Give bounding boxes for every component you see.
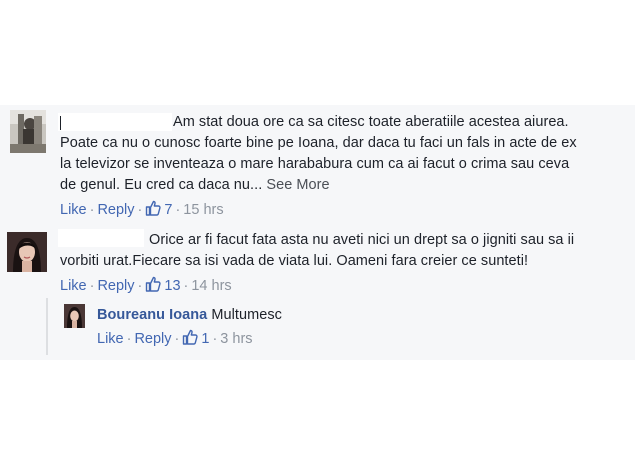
comment-2-line-1: Orice ar fi facut fata asta nu aveti nic… [149, 232, 575, 248]
reply-author-avatar[interactable] [64, 304, 85, 328]
thumbs-up-icon [146, 200, 162, 216]
comment-2-line-2: vorbiti urat.Fiecare sa isi vada de viat… [60, 253, 529, 269]
like-button[interactable]: Like [97, 331, 124, 347]
commenter-2-avatar[interactable] [7, 232, 47, 272]
timestamp[interactable]: 15 hrs [183, 202, 223, 218]
thumbs-up-icon [183, 329, 199, 345]
comment-2-actions: Like · Reply · 13 · 14 hrs [60, 276, 232, 294]
comment-1-line-2: Poate ca nu o cunosc foarte bine pe Ioan… [60, 135, 577, 151]
like-count-value: 7 [164, 202, 173, 218]
like-button[interactable]: Like [60, 278, 87, 294]
reply-button[interactable]: Reply [97, 202, 134, 218]
reply-text: Multumesc [211, 307, 282, 323]
like-count[interactable]: 1 [182, 329, 210, 347]
commenter-1-avatar[interactable] [10, 110, 46, 153]
reply-author-name[interactable]: Boureanu Ioana [97, 307, 207, 323]
reply-button[interactable]: Reply [134, 331, 171, 347]
comment-1-line-4: de genul. Eu cred ca daca nu... See More [60, 175, 330, 196]
comment-thread: Am stat doua ore ca sa citesc toate aber… [0, 105, 635, 360]
reply-line: Boureanu Ioana Multumesc [97, 305, 282, 326]
comment-1-line-3: la televizor se inventeaza o mare haraba… [60, 156, 570, 172]
like-count-value: 13 [164, 278, 181, 294]
comment-1-actions: Like · Reply · 7 · 15 hrs [60, 200, 224, 218]
timestamp[interactable]: 3 hrs [220, 331, 252, 347]
comment-1-line-1: Am stat doua ore ca sa citesc toate aber… [173, 114, 569, 130]
commenter-1-name-redacted [58, 113, 172, 131]
reply-thread-line [46, 298, 48, 355]
see-more-link[interactable]: See More [266, 177, 329, 193]
like-count-value: 1 [201, 331, 210, 347]
thumbs-up-icon [146, 276, 162, 292]
reply-button[interactable]: Reply [97, 278, 134, 294]
like-button[interactable]: Like [60, 202, 87, 218]
text-cursor [60, 116, 61, 130]
timestamp[interactable]: 14 hrs [191, 278, 231, 294]
comment-1-line-4-text: de genul. Eu cred ca daca nu... [60, 177, 263, 193]
like-count[interactable]: 7 [145, 200, 173, 218]
like-count[interactable]: 13 [145, 276, 181, 294]
commenter-2-name-redacted [58, 229, 144, 247]
reply-actions: Like · Reply · 1 · 3 hrs [97, 329, 253, 347]
